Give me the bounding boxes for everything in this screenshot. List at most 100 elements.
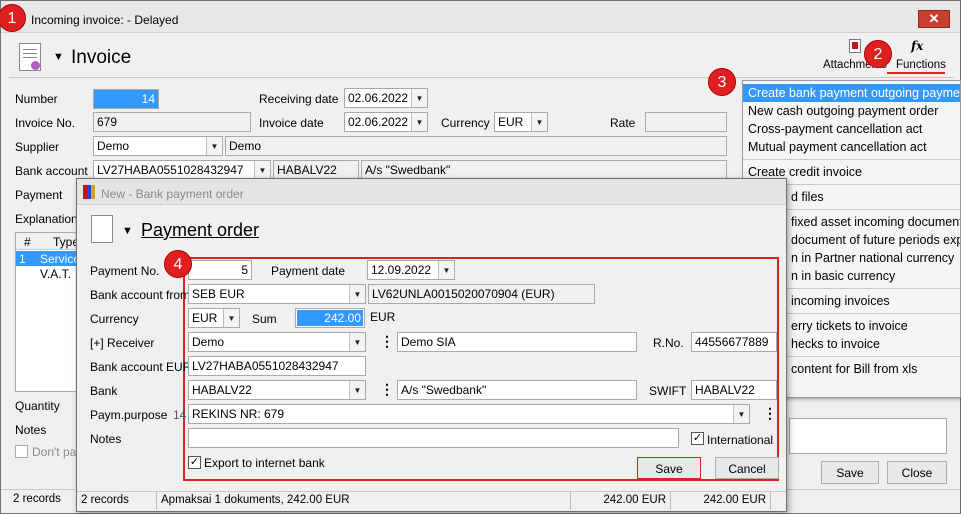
dialog-page-title: Payment order	[141, 220, 260, 240]
rate-label: Rate	[610, 116, 636, 130]
payment-label: Payment	[15, 188, 63, 202]
menu-item[interactable]: New cash outgoing payment order	[743, 102, 960, 120]
supplier-field[interactable]: Demo ▼	[93, 136, 223, 156]
rate-field[interactable]	[645, 112, 727, 132]
payment-order-dialog: New - Bank payment order ▼ Payment order…	[76, 178, 787, 512]
international-checkbox[interactable]: ✓	[691, 432, 704, 445]
bank-account-field[interactable]: LV27HABA0551028432947 ▼	[93, 160, 271, 180]
row-type: Service	[40, 252, 81, 266]
table-row[interactable]: V.A.T.	[16, 266, 76, 281]
menu-item[interactable]: Create bank payment outgoing payment ord…	[743, 84, 960, 102]
books-icon	[83, 185, 97, 199]
page-title: Invoice	[71, 47, 132, 68]
purpose-label: Paym.purpose	[90, 408, 168, 422]
export-checkbox[interactable]: ✓	[188, 456, 201, 469]
functions-icon[interactable]: fx	[911, 39, 923, 53]
dialog-title: New - Bank payment order	[101, 187, 244, 201]
purpose-more-icon[interactable]: ⋮	[763, 406, 777, 420]
bank-name-field[interactable]: A/s "Swedbank"	[397, 380, 637, 400]
currency-label: Currency	[441, 116, 490, 130]
invoice-no-label: Invoice No.	[15, 116, 76, 130]
payment-no-label: Payment No.	[90, 264, 160, 278]
badge-4: 4	[164, 250, 192, 278]
dialog-header-chevron-icon[interactable]: ▼	[122, 225, 133, 237]
bank-account-eur-label: Bank account EUR	[90, 360, 192, 374]
bank-label: Bank	[90, 384, 118, 398]
bank-more-icon[interactable]: ⋮	[380, 382, 394, 396]
supplier-name-field[interactable]: Demo	[225, 136, 727, 156]
receiver-more-icon[interactable]: ⋮	[380, 334, 394, 348]
header-chevron-icon[interactable]: ▼	[53, 51, 64, 63]
supplier-label: Supplier	[15, 140, 60, 154]
payment-date-field[interactable]: 12.09.2022 ▼	[367, 260, 455, 280]
bank-account-from-field[interactable]: SEB EUR ▼	[188, 284, 366, 304]
header-separator	[9, 77, 954, 78]
number-label: Number	[15, 92, 58, 106]
invoice-date-label: Invoice date	[259, 116, 324, 130]
badge-2: 2	[864, 40, 892, 68]
receiver-field[interactable]: Demo ▼	[188, 332, 366, 352]
quantity-label: Quantity	[15, 399, 60, 413]
swift-field[interactable]: HABALV22	[691, 380, 777, 400]
dont-pay-label: Don't pay	[32, 445, 83, 459]
bank-account-from-label: Bank account from	[90, 288, 191, 302]
dont-pay-checkbox[interactable]	[15, 445, 28, 458]
export-label: Export to internet bank	[204, 456, 325, 470]
receiver-name-field[interactable]: Demo SIA	[397, 332, 637, 352]
swift-label: SWIFT	[649, 384, 687, 398]
bank-field[interactable]: HABALV22 ▼	[188, 380, 366, 400]
invoice-no-field[interactable]: 679	[93, 112, 251, 132]
lines-grid[interactable]: # Type 1 Service V.A.T.	[15, 232, 80, 392]
dialog-status-bar: 2 records Apmaksai 1 dokuments, 242.00 E…	[77, 491, 786, 511]
reg-no-label: R.No.	[653, 336, 684, 350]
dialog-title-bar: New - Bank payment order	[77, 179, 786, 205]
attachments-icon[interactable]	[849, 39, 861, 53]
bank-account-eur-field[interactable]: LV27HABA0551028432947	[188, 356, 366, 376]
notes-label: Notes	[15, 423, 47, 437]
invoice-date-field[interactable]: 02.06.2022 ▼	[344, 112, 428, 132]
menu-item[interactable]: Cross-payment cancellation act	[743, 120, 960, 138]
grid-header-num[interactable]: #	[24, 235, 31, 249]
dialog-document-icon	[91, 215, 113, 243]
row-num: 1	[19, 252, 26, 266]
bank-account-from-iban-field[interactable]: LV62UNLA0015020070904 (EUR)	[368, 284, 595, 304]
sum-field[interactable]: 242.00	[295, 308, 365, 328]
close-window-button[interactable]: ✕	[918, 10, 950, 28]
currency-field[interactable]: EUR ▼	[188, 308, 240, 328]
reg-no-field[interactable]: 44556677889	[691, 332, 777, 352]
international-label: International	[707, 433, 774, 447]
dialog-cancel-button[interactable]: Cancel	[715, 457, 779, 479]
number-field[interactable]: 14	[93, 89, 159, 109]
sum-value: 242.00	[297, 310, 363, 326]
menu-item[interactable]: Mutual payment cancellation act	[743, 138, 960, 156]
dialog-status-amount2: 242.00 EUR	[671, 492, 771, 510]
notes-field[interactable]	[188, 428, 679, 448]
bank-account-label: Bank account	[15, 164, 88, 178]
status-records: 2 records	[13, 493, 61, 505]
functions-underline	[887, 72, 945, 74]
purpose-field[interactable]: REKINS NR: 679 ▼	[188, 404, 750, 424]
notes-label: Notes	[90, 432, 122, 446]
payment-date-label: Payment date	[271, 264, 346, 278]
sum-label: Sum	[252, 312, 277, 326]
badge-3: 3	[708, 68, 736, 96]
grid-header: # Type	[16, 233, 79, 250]
notes-area[interactable]	[789, 418, 947, 454]
functions-button[interactable]: Functions	[896, 59, 946, 71]
payment-no-field[interactable]: 5	[188, 260, 252, 280]
explanation-label: Explanation	[15, 212, 78, 226]
bank-swift-field[interactable]: HABALV22	[273, 160, 359, 180]
close-button[interactable]: Close	[887, 461, 947, 484]
document-icon	[19, 43, 41, 71]
menu-separator	[743, 159, 960, 160]
sum-currency: EUR	[370, 310, 396, 324]
dialog-save-button[interactable]: Save	[637, 457, 701, 479]
receiving-date-field[interactable]: 02.06.2022 ▼	[344, 88, 428, 108]
receiving-date-label: Receiving date	[259, 92, 339, 106]
bank-name-field[interactable]: A/s "Swedbank"	[361, 160, 727, 180]
table-row[interactable]: 1 Service	[16, 251, 80, 266]
dialog-status-amount1: 242.00 EUR	[571, 492, 671, 510]
purpose-prefix: 14	[173, 408, 187, 422]
currency-field[interactable]: EUR ▼	[494, 112, 548, 132]
save-button[interactable]: Save	[821, 461, 879, 484]
